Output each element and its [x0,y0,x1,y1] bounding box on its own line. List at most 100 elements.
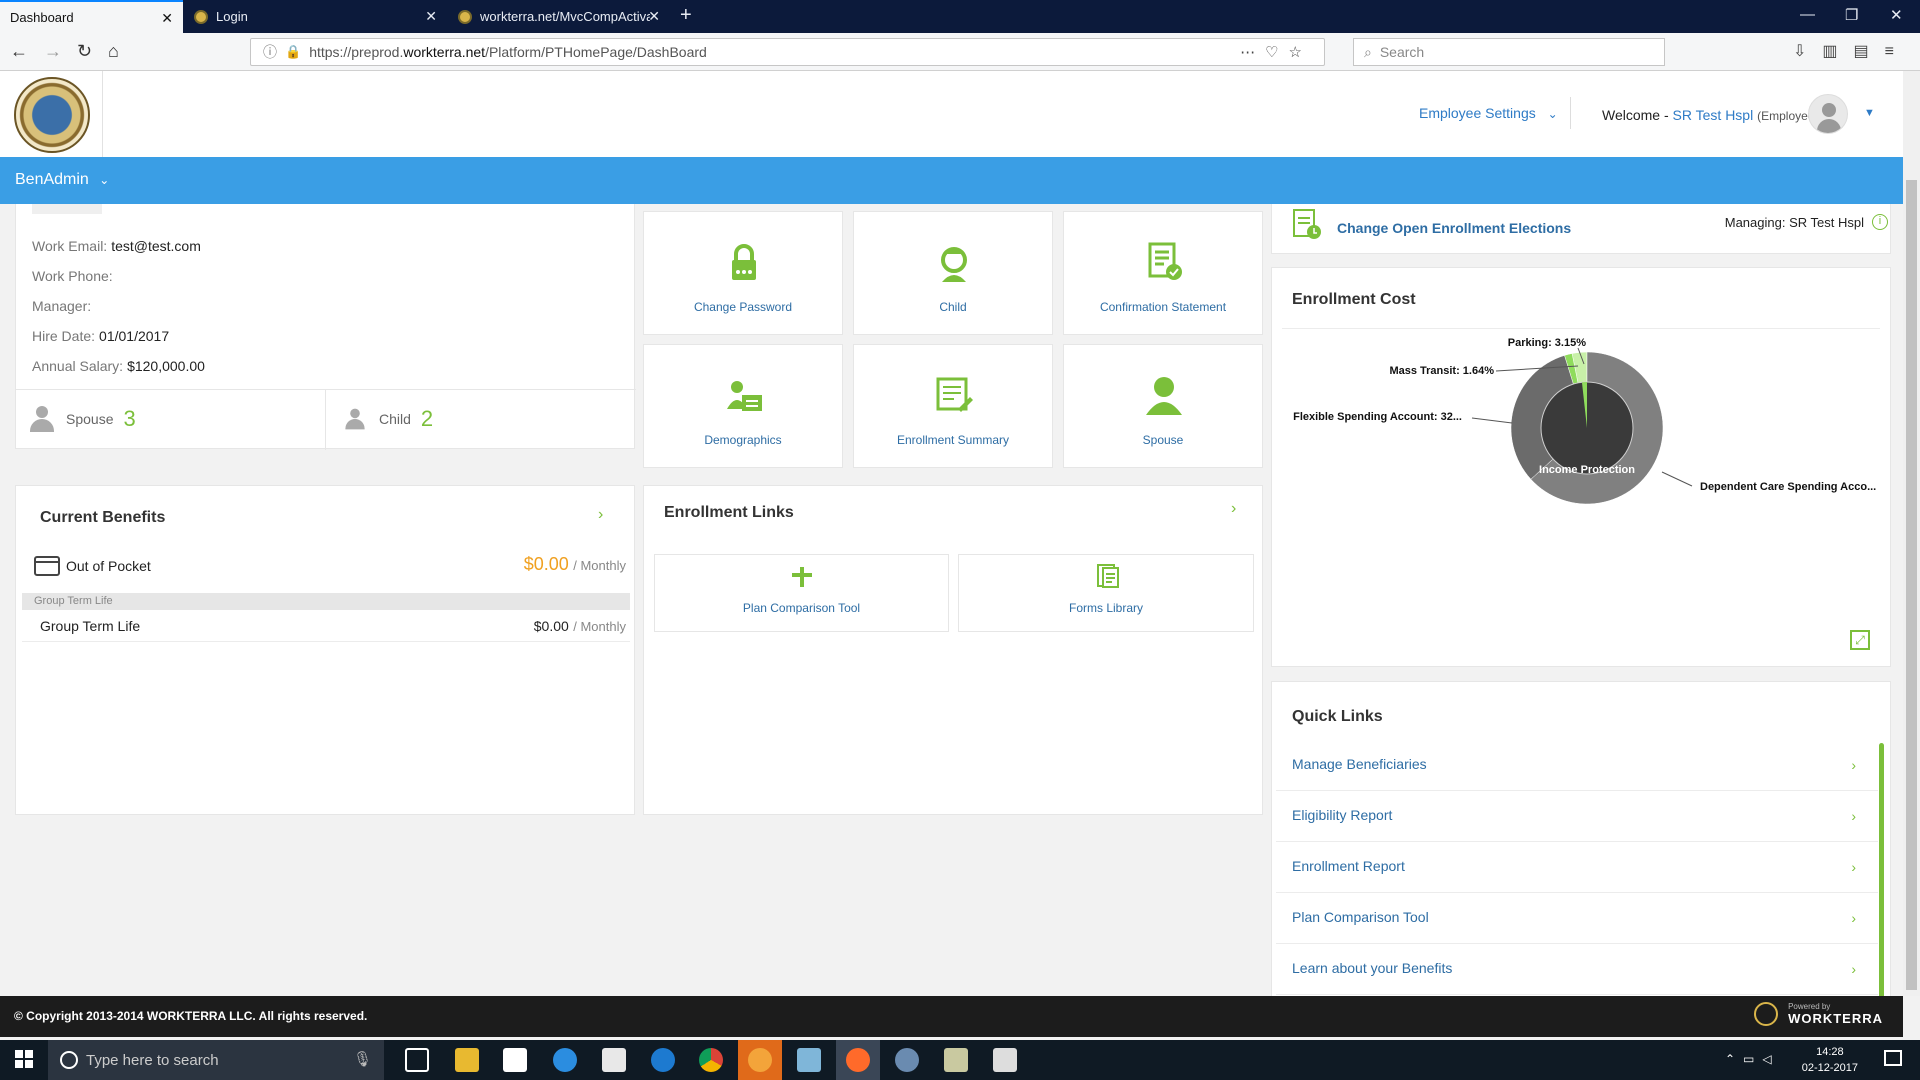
firefox-icon[interactable] [846,1048,870,1072]
tab-dashboard[interactable]: Dashboard ✕ [0,0,183,33]
forward-icon[interactable]: → [44,41,62,62]
benefit-row[interactable]: Group Term Life $0.00 / Monthly [22,612,630,642]
chrome-icon[interactable] [699,1048,723,1072]
taskbar-search-placeholder: Type here to search [86,1051,219,1069]
user-name[interactable]: SR Test Hspl [1673,107,1754,123]
expand-icon[interactable]: ⤢ [1850,630,1870,650]
taskbar-search-input[interactable]: Type here to search 🎙 [48,1040,384,1080]
taskbar-clock[interactable]: 14:28 02-12-2017 [1802,1044,1858,1076]
benadmin-menu[interactable]: BenAdmin ⌄ [15,171,109,189]
tile-demographics[interactable]: Demographics [643,344,843,468]
clock-time: 14:28 [1816,1046,1844,1058]
child-count[interactable]: Child 2 [343,406,433,432]
quick-link-eligibility-report[interactable]: Eligibility Report › [1276,791,1878,842]
windows-start-icon[interactable] [15,1050,33,1068]
chevron-right-icon: › [1851,910,1856,926]
work-email-row: Work Email: test@test.com [32,238,201,254]
close-window-icon[interactable]: ✕ [1890,6,1903,24]
system-tray-icons[interactable]: ⌃▭◁ [1725,1052,1780,1066]
file-explorer-icon[interactable] [455,1048,479,1072]
url-prefix: https://preprod. [309,44,404,60]
quick-link-label: Plan Comparison Tool [1292,909,1429,925]
tile-child[interactable]: Child [853,211,1053,335]
benefit-amount: $0.00 [533,618,569,634]
tab-login[interactable]: Login ✕ [184,0,447,33]
tab-title: Dashboard [10,10,74,25]
child-count-value: 2 [420,406,434,431]
restore-icon[interactable]: ❐ [1845,6,1858,24]
home-icon[interactable]: ⌂ [108,41,119,62]
quick-link-plan-comparison-tool[interactable]: Plan Comparison Tool › [1276,893,1878,944]
city-seal-logo [14,77,90,153]
store-icon[interactable] [503,1048,527,1072]
lock-icon: 🔒 [285,44,302,59]
profile-card: Work Email: test@test.com Work Phone: Man… [15,204,636,450]
notepad-icon[interactable] [797,1048,821,1072]
forms-library-link[interactable]: Forms Library [958,554,1254,632]
copyright-text: © Copyright 2013-2014 WORKTERRA LLC. All… [14,1009,368,1023]
quick-links-scrollbar[interactable] [1879,743,1884,996]
tile-enrollment-summary[interactable]: Enrollment Summary [853,344,1053,468]
page-scrollbar-thumb[interactable] [1906,180,1917,990]
task-view-icon[interactable] [405,1048,429,1072]
quick-link-manage-beneficiaries[interactable]: Manage Beneficiaries › [1276,740,1878,791]
windows-taskbar: Type here to search 🎙 ⌃▭◁ 14:28 02-12-20… [0,1040,1920,1080]
reload-icon[interactable]: ↻ [77,41,92,62]
paint-icon[interactable] [895,1048,919,1072]
quick-link-learn-about-benefits[interactable]: Learn about your Benefits › [1276,944,1878,995]
tab-title: workterra.net/MvcCompActiva [480,9,650,24]
tile-change-password[interactable]: Change Password [643,211,843,335]
firefox-alt-icon[interactable] [748,1048,772,1072]
current-benefits-title: Current Benefits [40,509,166,526]
info-icon[interactable]: i [1872,214,1888,230]
favicon-icon [458,9,472,24]
quick-links-title: Quick Links [1292,708,1383,725]
benefit-amount-wrap: $0.00 / Monthly [534,618,626,636]
edge-icon[interactable] [651,1048,675,1072]
browser-search-input[interactable]: ⌕ Search [1353,38,1665,66]
calculator-icon[interactable] [993,1048,1017,1072]
chevron-right-icon: › [1851,757,1856,773]
plan-comparison-tool-link[interactable]: Plan Comparison Tool [654,554,949,632]
out-of-pocket-row: Out of Pocket $0.00 / Monthly [22,554,630,590]
new-tab-icon[interactable]: + [680,4,692,27]
toolbar-icons[interactable]: ⇩▥▤≡ [1793,41,1910,61]
avatar[interactable] [1808,94,1848,134]
tab-workterra[interactable]: workterra.net/MvcCompActiva ✕ [448,0,670,33]
close-icon[interactable]: ✕ [648,8,660,25]
notification-icon[interactable] [1884,1050,1902,1066]
page-actions-icon[interactable]: ⋯♡☆ [1240,43,1312,61]
close-icon[interactable]: ✕ [161,10,173,27]
safari-icon[interactable] [553,1048,577,1072]
back-icon[interactable]: ← [10,41,28,62]
tile-label: Demographics [704,433,782,447]
info-icon[interactable]: ⓘ [263,42,277,62]
minimize-icon[interactable]: — [1800,6,1815,23]
hire-date-label: Hire Date: [32,328,96,344]
microphone-icon[interactable]: 🎙 [353,1050,372,1068]
mail-icon[interactable] [602,1048,626,1072]
url-bar[interactable]: ⓘ 🔒 https://preprod. workterra.net/Platfo… [250,38,1325,66]
browser-tab-bar: Dashboard ✕ Login ✕ workterra.net/MvcCom… [0,0,1920,33]
benefit-group-header: Group Term Life [22,593,630,610]
benadmin-label: BenAdmin [15,171,89,188]
person-icon [30,406,54,432]
label-income-protection: Income Protection [1539,464,1635,476]
employee-settings-menu[interactable]: Employee Settings ⌄ [1419,105,1558,121]
site-footer: © Copyright 2013-2014 WORKTERRA LLC. All… [0,996,1903,1037]
chevron-down-icon: ⌄ [99,173,110,187]
winrar-icon[interactable] [944,1048,968,1072]
managing-text: Managing: SR Test Hspl [1725,215,1864,230]
close-icon[interactable]: ✕ [425,8,437,25]
chevron-right-icon[interactable]: › [1231,500,1236,518]
leader-line [1661,471,1693,487]
salary-row: Annual Salary: $120,000.00 [32,358,205,374]
caret-down-icon[interactable]: ▼ [1864,107,1875,119]
quick-link-enrollment-report[interactable]: Enrollment Report › [1276,842,1878,893]
chevron-right-icon: › [1851,808,1856,824]
chevron-right-icon[interactable]: › [598,506,603,524]
change-open-enrollment-link[interactable]: Change Open Enrollment Elections [1337,220,1571,236]
tile-spouse[interactable]: Spouse [1063,344,1263,468]
tile-confirmation-statement[interactable]: Confirmation Statement [1063,211,1263,335]
spouse-count[interactable]: Spouse 3 [30,406,136,432]
